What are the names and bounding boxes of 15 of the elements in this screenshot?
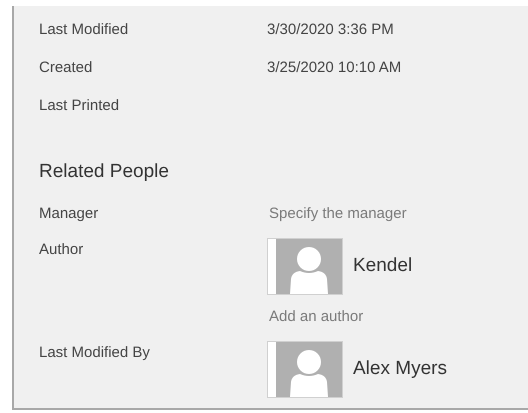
property-label: Manager [39, 204, 100, 224]
add-author-link[interactable]: Add an author [269, 307, 364, 327]
section-heading: Related People [39, 160, 170, 184]
avatar-icon [267, 238, 343, 295]
property-label: Author [39, 240, 84, 260]
property-label: Last Modified [39, 20, 130, 40]
avatar-icon [267, 341, 343, 398]
property-label: Last Modified By [39, 343, 151, 363]
property-label: Last Printed [39, 96, 120, 116]
property-label: Created [39, 58, 94, 78]
manager-field[interactable]: Specify the manager [269, 204, 407, 224]
person-name[interactable]: Alex Myers [353, 355, 447, 384]
person-name[interactable]: Kendel [353, 252, 412, 281]
property-value: 3/30/2020 3:36 PM [267, 20, 394, 40]
property-value: 3/25/2020 10:10 AM [267, 58, 402, 78]
